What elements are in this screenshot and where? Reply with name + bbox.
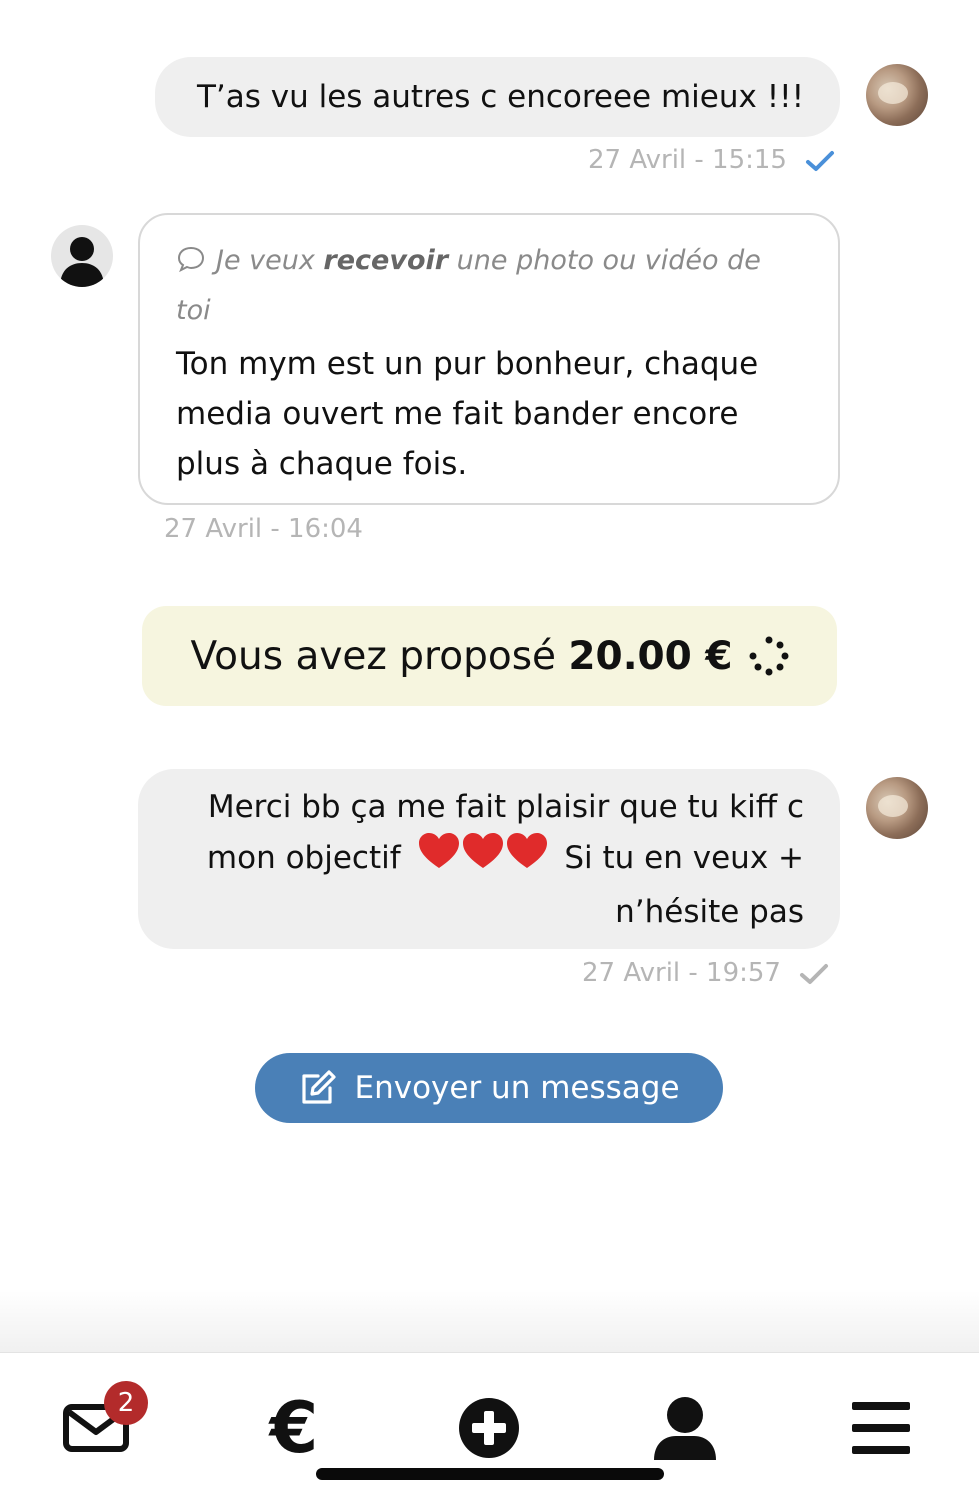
hearts-emoji: [417, 832, 549, 887]
offer-amount: 20.00 €: [568, 633, 733, 679]
price-offer-banner: Vous avez proposé 20.00 €: [142, 606, 837, 706]
euro-icon: €: [269, 1387, 319, 1469]
menu-icon: [852, 1402, 910, 1454]
home-indicator: [316, 1468, 664, 1480]
nav-shadow: [0, 1290, 979, 1352]
request-line: Je veux recevoir une photo ou vidéo de: [176, 237, 802, 285]
nav-profile[interactable]: [652, 1396, 718, 1460]
check-icon: [800, 963, 829, 984]
creator-avatar[interactable]: [866, 777, 928, 839]
message-text: Ton mym est un pur bonheur, chaque media…: [176, 346, 759, 482]
edit-icon: [302, 1070, 337, 1104]
request-message-bubble: Je veux recevoir une photo ou vidéo de t…: [138, 213, 840, 505]
messages-badge: 2: [104, 1381, 148, 1425]
outgoing-message-bubble: T’as vu les autres c encoreee mieux !!!: [155, 57, 840, 137]
nav-payments[interactable]: €: [266, 1392, 322, 1464]
creator-avatar[interactable]: [866, 64, 928, 126]
outgoing-message-bubble: Merci bb ça me fait plaisir que tu kiff …: [138, 769, 840, 949]
spinner-icon: [749, 636, 788, 676]
nav-create[interactable]: [458, 1397, 520, 1459]
check-icon: [806, 150, 835, 171]
message-timestamp: 27 Avril - 19:57: [582, 958, 829, 988]
fan-avatar[interactable]: [51, 225, 113, 287]
offer-text: Vous avez proposé: [190, 633, 569, 679]
chat-bubble-icon: [177, 246, 205, 273]
request-line-2: toi: [176, 295, 211, 326]
default-user-icon: [60, 237, 104, 287]
plus-circle-icon: [459, 1398, 519, 1458]
nav-menu[interactable]: [852, 1402, 910, 1454]
message-text: Merci bb ça me fait plaisir que tu kiff …: [206, 789, 804, 930]
send-message-label: Envoyer un message: [354, 1070, 680, 1106]
message-timestamp: 27 Avril - 15:15: [588, 145, 835, 175]
message-timestamp: 27 Avril - 16:04: [164, 514, 363, 544]
message-text: T’as vu les autres c encoreee mieux !!!: [196, 79, 804, 115]
send-message-button[interactable]: Envoyer un message: [255, 1053, 723, 1123]
user-icon: [654, 1397, 716, 1460]
